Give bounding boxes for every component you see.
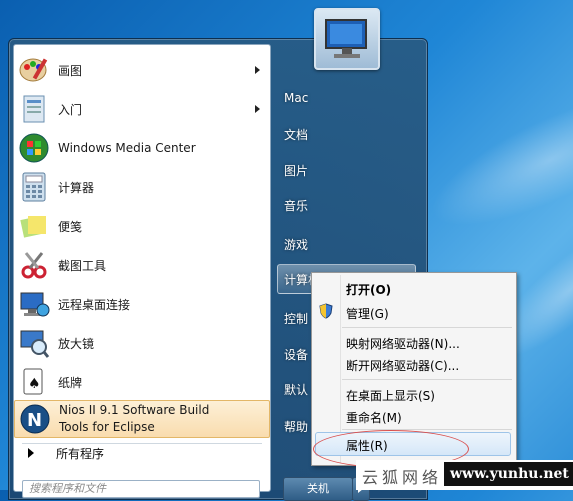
nios-icon: N — [19, 403, 51, 435]
program-paint[interactable]: 画图 — [14, 51, 270, 89]
watermark-url: www.yunhu.net — [444, 462, 573, 486]
shield-icon — [319, 303, 333, 322]
paint-icon — [18, 54, 50, 86]
context-divider — [342, 379, 512, 380]
wallpaper-streak — [415, 68, 573, 252]
right-item-defaults[interactable]: 默认 — [284, 381, 308, 398]
ctx-item-show-on-desktop[interactable]: 在桌面上显示(S) — [346, 387, 435, 404]
program-solitaire[interactable]: ♠ 纸牌 — [14, 363, 270, 401]
program-nios-eclipse[interactable]: N Nios II 9.1 Software Build Tools for E… — [14, 400, 270, 438]
program-snipping-tool[interactable]: 截图工具 — [14, 246, 270, 284]
shutdown-button[interactable]: 关机 — [283, 477, 353, 501]
program-label: Windows Media Center — [58, 141, 196, 155]
program-label: 画图 — [58, 63, 83, 78]
ctx-item-disconnect-drive[interactable]: 断开网络驱动器(C)... — [346, 357, 459, 374]
program-media-center[interactable]: Windows Media Center — [14, 129, 270, 167]
right-item-games[interactable]: 游戏 — [284, 236, 308, 253]
program-label: 计算器 — [58, 180, 95, 195]
right-item-pictures[interactable]: 图片 — [284, 162, 308, 179]
svg-text:N: N — [27, 410, 42, 431]
program-remote-desktop[interactable]: 远程桌面连接 — [14, 285, 270, 323]
right-item-user[interactable]: Mac — [284, 91, 308, 105]
program-label-line1: Nios II 9.1 Software Build — [59, 403, 210, 417]
user-picture[interactable] — [314, 8, 380, 70]
search-input[interactable]: 搜索程序和文件 — [22, 480, 260, 498]
program-label-line2: Tools for Eclipse — [59, 420, 155, 434]
programs-pane: 画图 入门 Windows Media Center 计算器 便笺 截图工具 远… — [13, 44, 271, 492]
all-programs-label: 所有程序 — [56, 446, 105, 461]
program-label: 纸牌 — [58, 375, 83, 390]
sticky-notes-icon — [18, 210, 50, 242]
submenu-arrow-icon — [255, 66, 260, 74]
program-label: 便笺 — [58, 219, 83, 234]
play-arrow-icon — [28, 448, 34, 458]
right-item-documents[interactable]: 文档 — [284, 126, 308, 143]
media-center-icon — [18, 132, 50, 164]
svg-text:♠: ♠ — [28, 376, 41, 392]
ctx-item-rename[interactable]: 重命名(M) — [346, 409, 402, 426]
program-calculator[interactable]: 计算器 — [14, 168, 270, 206]
watermark: 云狐网络 www.yunhu.net — [356, 460, 573, 490]
magnifier-icon — [18, 327, 50, 359]
ctx-item-map-drive[interactable]: 映射网络驱动器(N)... — [346, 335, 460, 352]
snipping-tool-icon — [18, 249, 50, 281]
submenu-arrow-icon — [255, 105, 260, 113]
program-label: 放大镜 — [58, 336, 95, 351]
calculator-icon — [18, 171, 50, 203]
right-item-devices[interactable]: 设备 — [284, 346, 308, 363]
right-item-music[interactable]: 音乐 — [284, 197, 308, 214]
program-label: 截图工具 — [58, 258, 107, 273]
context-divider — [342, 327, 512, 328]
program-label: 远程桌面连接 — [58, 297, 131, 312]
right-item-control-panel[interactable]: 控制 — [284, 310, 308, 327]
getting-started-icon — [18, 93, 50, 125]
ctx-item-open[interactable]: 打开(O) — [346, 281, 391, 298]
program-label: 入门 — [58, 102, 83, 117]
watermark-text: 云狐网络 — [362, 468, 443, 487]
all-programs-button[interactable]: 所有程序 — [14, 441, 270, 465]
program-getting-started[interactable]: 入门 — [14, 90, 270, 128]
ctx-item-manage[interactable]: 管理(G) — [346, 305, 389, 322]
program-magnifier[interactable]: 放大镜 — [14, 324, 270, 362]
remote-desktop-icon — [18, 288, 50, 320]
solitaire-icon: ♠ — [18, 366, 50, 398]
program-sticky-notes[interactable]: 便笺 — [14, 207, 270, 245]
right-item-help[interactable]: 帮助 — [284, 418, 308, 435]
